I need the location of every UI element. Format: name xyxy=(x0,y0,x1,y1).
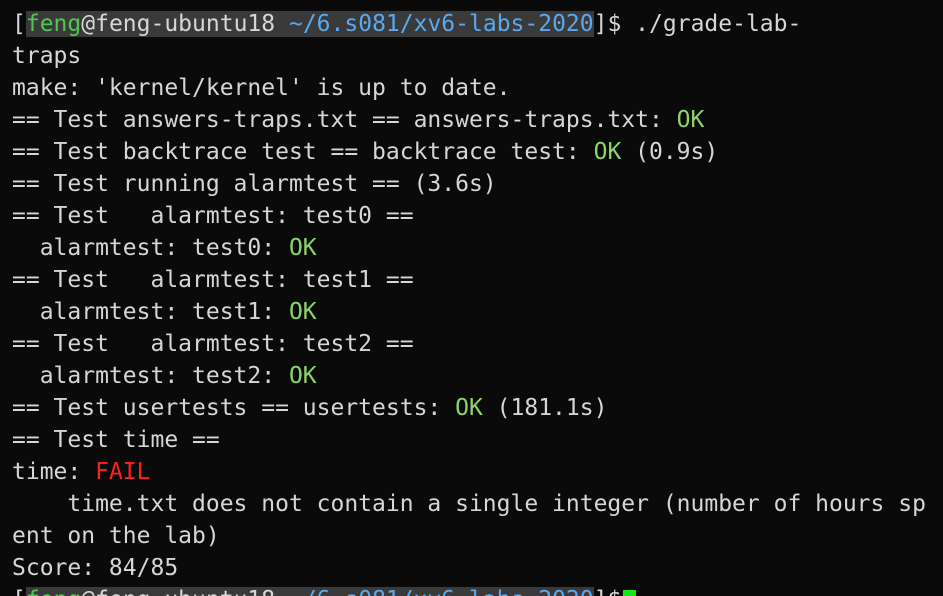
status-ok: OK xyxy=(288,363,317,389)
next-prompt-line[interactable]: [feng@feng-ubuntu18 ~/6.s081/xv6-labs-20… xyxy=(12,584,637,596)
prompt-path: ~/6.s081/xv6-labs-2020 xyxy=(288,11,594,37)
test-alarmtest-test2-line: == Test alarmtest: test2 == xyxy=(12,331,414,357)
alarmtest-test0-result: alarmtest: test0: OK xyxy=(12,235,317,261)
time-error-message-line1: time.txt does not contain a single integ… xyxy=(12,491,926,517)
prompt-line: [feng@feng-ubuntu18 ~/6.s081/xv6-labs-20… xyxy=(12,8,801,40)
alarmtest-test1-result: alarmtest: test1: OK xyxy=(12,299,317,325)
prompt-open-bracket: [ xyxy=(12,11,26,37)
status-ok: OK xyxy=(288,299,317,325)
test-answers-line: == Test answers-traps.txt == answers-tra… xyxy=(12,107,705,133)
alarmtest-test2-result: alarmtest: test2: OK xyxy=(12,363,317,389)
status-fail: FAIL xyxy=(95,459,151,485)
time-error-message-line2: ent on the lab) xyxy=(12,523,220,549)
text-cursor[interactable] xyxy=(623,589,637,596)
score-line: Score: 84/85 xyxy=(12,555,179,581)
make-line: make: 'kernel/kernel' is up to date. xyxy=(12,75,511,101)
test-time-line: == Test time == xyxy=(12,427,220,453)
prompt-user: feng xyxy=(25,11,82,37)
status-ok: OK xyxy=(593,139,622,165)
command-text: ./grade-lab- xyxy=(621,11,802,37)
test-alarmtest-test0-line: == Test alarmtest: test0 == xyxy=(12,203,414,229)
test-alarmtest-test1-line: == Test alarmtest: test1 == xyxy=(12,267,414,293)
status-ok: OK xyxy=(288,235,317,261)
terminal-window[interactable]: [feng@feng-ubuntu18 ~/6.s081/xv6-labs-20… xyxy=(0,0,943,596)
time-result-line: time: FAIL xyxy=(12,459,151,485)
test-backtrace-line: == Test backtrace test == backtrace test… xyxy=(12,139,719,165)
test-usertests-line: == Test usertests == usertests: OK (181.… xyxy=(12,395,608,421)
test-running-alarmtest-line: == Test running alarmtest == (3.6s) xyxy=(12,171,497,197)
prompt-symbol: ]$ xyxy=(593,11,622,37)
command-wrap-line: traps xyxy=(12,43,82,69)
status-ok: OK xyxy=(455,395,483,421)
status-ok: OK xyxy=(676,107,705,133)
prompt-host: @feng-ubuntu18 xyxy=(81,11,276,37)
